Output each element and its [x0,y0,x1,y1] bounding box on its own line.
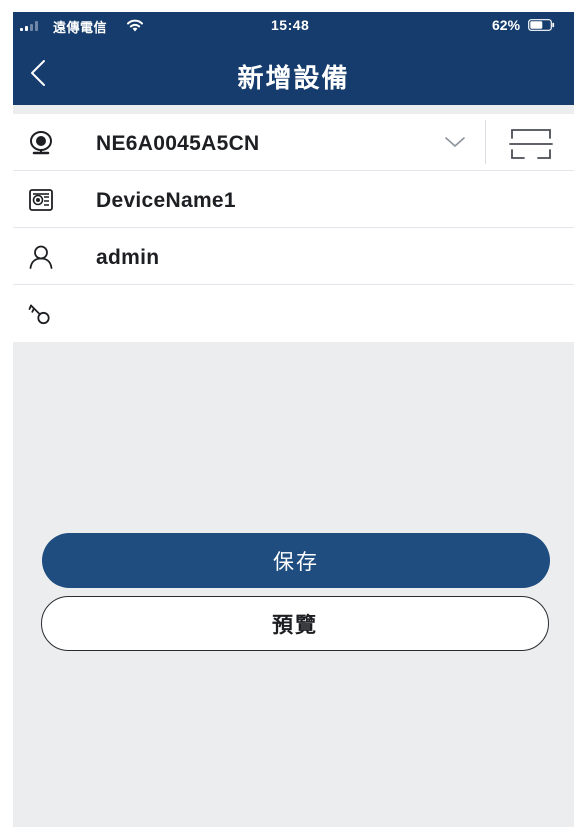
wifi-icon [127,19,143,32]
clock: 15:48 [271,17,310,33]
header: 遠傳電信 15:48 62% 新增設備 [13,12,574,105]
device-name-field[interactable]: DeviceName1 [96,189,426,213]
password-row [13,285,574,342]
preview-button[interactable]: 預覽 [41,596,549,651]
page-title: 新增設備 [237,64,350,94]
save-button[interactable]: 保存 [42,533,550,588]
camera-icon [30,131,52,155]
status-bar: 遠傳電信 15:48 62% [13,12,574,40]
user-icon [29,245,53,269]
device-form: NE6A0045A5CN DeviceName1 admin [13,114,574,342]
chevron-down-icon[interactable] [443,134,467,150]
device-id-row: NE6A0045A5CN [13,114,574,171]
divider [485,120,486,164]
scan-button[interactable] [509,127,553,161]
username-field[interactable]: admin [96,246,426,270]
screen: 遠傳電信 15:48 62% 新增設備 NE6A0045A5CN DeviceN… [13,12,574,827]
device-id-field[interactable]: NE6A0045A5CN [96,132,426,156]
username-row: admin [13,228,574,285]
carrier-label: 遠傳電信 [53,21,108,36]
id-card-icon [29,189,53,211]
signal-icon [20,21,38,31]
device-name-row: DeviceName1 [13,171,574,228]
scan-frame-icon [509,129,553,159]
battery-percent: 62% [492,17,521,33]
password-field[interactable] [96,303,426,327]
key-icon [28,304,50,325]
battery-icon [528,19,555,31]
nav-bar: 新增設備 [13,40,574,105]
